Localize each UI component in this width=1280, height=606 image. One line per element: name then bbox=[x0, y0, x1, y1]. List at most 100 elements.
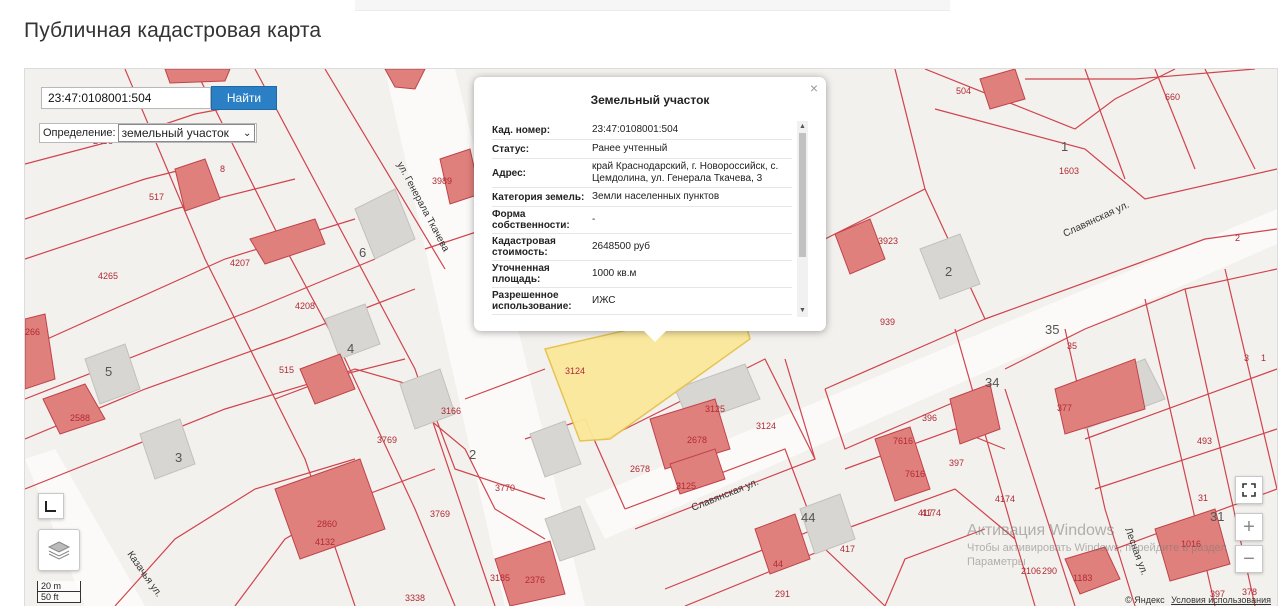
svg-text:35: 35 bbox=[1045, 322, 1059, 337]
attribute-table: Кад. номер: 23:47:0108001:504 Статус: Ранее… bbox=[492, 121, 792, 319]
scroll-up-icon[interactable]: ▲ bbox=[799, 123, 806, 131]
attribute-value: 2648500 руб bbox=[592, 241, 650, 252]
parcel-number: 4132 bbox=[315, 537, 335, 547]
attribute-name: Категория земель: bbox=[492, 191, 585, 203]
chevron-down-icon: ⌄ bbox=[242, 127, 252, 139]
parcel-number: 31 bbox=[1198, 493, 1208, 503]
parcel-number: 4265 bbox=[98, 271, 118, 281]
parcel-number: 517 bbox=[149, 192, 164, 202]
attribute-row: Адрес: край Краснодарский, г. Новороссийс… bbox=[492, 159, 792, 188]
svg-text:2: 2 bbox=[469, 447, 476, 462]
attribute-name: Уточненная площадь: bbox=[492, 263, 550, 285]
scroll-thumb[interactable] bbox=[799, 133, 806, 257]
attribute-name: Разрешенное использование: bbox=[492, 290, 572, 312]
parcel-number: 1183 bbox=[1073, 573, 1092, 583]
svg-text:34: 34 bbox=[985, 375, 999, 390]
attribute-value: Земли населенных пунктов bbox=[592, 191, 720, 202]
parcel-number: 2 bbox=[1235, 233, 1240, 243]
fullscreen-icon[interactable] bbox=[1235, 476, 1263, 504]
parcel-number: 291 bbox=[775, 589, 790, 599]
parcel-number: 3923 bbox=[878, 236, 898, 246]
attribute-row: Уточненная площадь: 1000 кв.м bbox=[492, 261, 792, 288]
parcel-number: 4207 bbox=[230, 258, 250, 268]
parcel-number: 2376 bbox=[525, 575, 545, 585]
attribution-text: © Яндекс bbox=[1125, 595, 1165, 605]
find-button[interactable]: Найти bbox=[211, 86, 277, 110]
parcel-number: 3 bbox=[1244, 353, 1249, 363]
parcel-number: 8 bbox=[220, 164, 225, 174]
definition-label: Определение: bbox=[43, 127, 116, 139]
svg-text:4: 4 bbox=[347, 341, 354, 356]
parcel-number: 939 bbox=[880, 317, 895, 327]
popup-pointer bbox=[644, 331, 666, 342]
layers-icon[interactable] bbox=[38, 529, 80, 571]
scroll-down-icon[interactable]: ▼ bbox=[799, 307, 806, 315]
parcel-number: 3989 bbox=[432, 176, 452, 186]
popup-scrollbar[interactable]: ▲ ▼ bbox=[797, 121, 808, 317]
parcel-number: 493 bbox=[1197, 436, 1212, 446]
zoom-in-icon[interactable]: + bbox=[1235, 513, 1263, 541]
attribute-value: 1000 кв.м bbox=[592, 268, 637, 279]
parcel-number: 7616 bbox=[893, 436, 913, 446]
attribute-row: Статус: Ранее учтенный bbox=[492, 140, 792, 159]
attribute-name: Форма собственности: bbox=[492, 209, 570, 231]
parcel-info-popup: × Земельный участок Кад. номер: 23:47:010… bbox=[474, 77, 826, 342]
page-title: Публичная кадастровая карта bbox=[24, 19, 322, 42]
attribute-row: Категория земель: Земли населенных пункто… bbox=[492, 188, 792, 207]
parcel-number: 2678 bbox=[630, 464, 650, 474]
attribute-value: 23:47:0108001:504 bbox=[592, 124, 679, 135]
parcel-number: 3338 bbox=[405, 593, 425, 603]
cadastral-map[interactable]: ул. Генерала Ткачева Славянская ул. Слав… bbox=[24, 68, 1278, 606]
parcel-number: 3125 bbox=[705, 404, 725, 414]
parcel-number: 2860 bbox=[317, 519, 337, 529]
parcel-number: 44 bbox=[773, 559, 783, 569]
attribute-value: ИЖС bbox=[592, 295, 616, 306]
attribute-row: Разрешенное использование: ИЖС bbox=[492, 288, 792, 315]
svg-text:3: 3 bbox=[175, 450, 182, 465]
parcel-number: 2678 bbox=[687, 435, 707, 445]
windows-activation-watermark: Активация Windows Чтобы активировать Win… bbox=[967, 522, 1227, 568]
select-area-icon[interactable] bbox=[38, 493, 64, 519]
svg-text:5: 5 bbox=[105, 364, 112, 379]
zoom-out-icon[interactable]: − bbox=[1235, 545, 1263, 573]
svg-text:1: 1 bbox=[1061, 139, 1068, 154]
parcel-number: 3124 bbox=[565, 366, 585, 376]
top-bar-remnant bbox=[355, 0, 950, 11]
definition-selector: Определение: земельный участок ⌄ bbox=[39, 123, 258, 143]
scale-imperial: 50 ft bbox=[37, 592, 81, 603]
popup-title: Земельный участок bbox=[590, 93, 710, 107]
terms-link[interactable]: Условия использования bbox=[1171, 595, 1271, 605]
parcel-number: 266 bbox=[25, 327, 40, 337]
attribute-value: Ранее учтенный bbox=[592, 143, 668, 154]
scale-bar: 20 m 50 ft bbox=[37, 581, 81, 603]
scale-metric: 20 m bbox=[37, 581, 81, 592]
parcel-number: 3769 bbox=[377, 435, 397, 445]
parcel-number: 504 bbox=[956, 86, 971, 96]
map-attribution: © Яндекс Условия использования bbox=[1125, 595, 1271, 605]
parcel-number: 3185 bbox=[490, 573, 510, 583]
attribute-name: Кад. номер: bbox=[492, 124, 551, 136]
attribute-name: Адрес: bbox=[492, 167, 526, 179]
cadastral-search-input[interactable] bbox=[41, 87, 211, 109]
attribute-value: край Краснодарский, г. Новороссийск, с. … bbox=[592, 161, 779, 184]
parcel-number: 4174 bbox=[921, 508, 941, 518]
definition-value: земельный участок bbox=[121, 126, 229, 140]
parcel-number: 3770 bbox=[495, 483, 515, 493]
parcel-number: 4174 bbox=[995, 494, 1015, 504]
parcel-number: 3124 bbox=[756, 421, 776, 431]
parcel-number: 660 bbox=[1165, 92, 1180, 102]
definition-dropdown[interactable]: земельный участок ⌄ bbox=[117, 124, 256, 142]
attribute-row: Кад. номер: 23:47:0108001:504 bbox=[492, 121, 792, 140]
parcel-number: 2588 bbox=[70, 413, 90, 423]
parcel-number: 3769 bbox=[430, 509, 450, 519]
parcel-number: 3125 bbox=[676, 481, 696, 491]
parcel-number: 377 bbox=[1057, 403, 1072, 413]
parcel-number: 397 bbox=[949, 458, 964, 468]
parcel-number: 1 bbox=[1261, 353, 1266, 363]
parcel-number: 7616 bbox=[905, 469, 925, 479]
parcel-number: 515 bbox=[279, 365, 294, 375]
parcel-number: 396 bbox=[922, 413, 937, 423]
attribute-value: - bbox=[592, 214, 596, 225]
svg-text:44: 44 bbox=[801, 510, 815, 525]
attribute-name: Кадастровая стоимость: bbox=[492, 236, 556, 258]
